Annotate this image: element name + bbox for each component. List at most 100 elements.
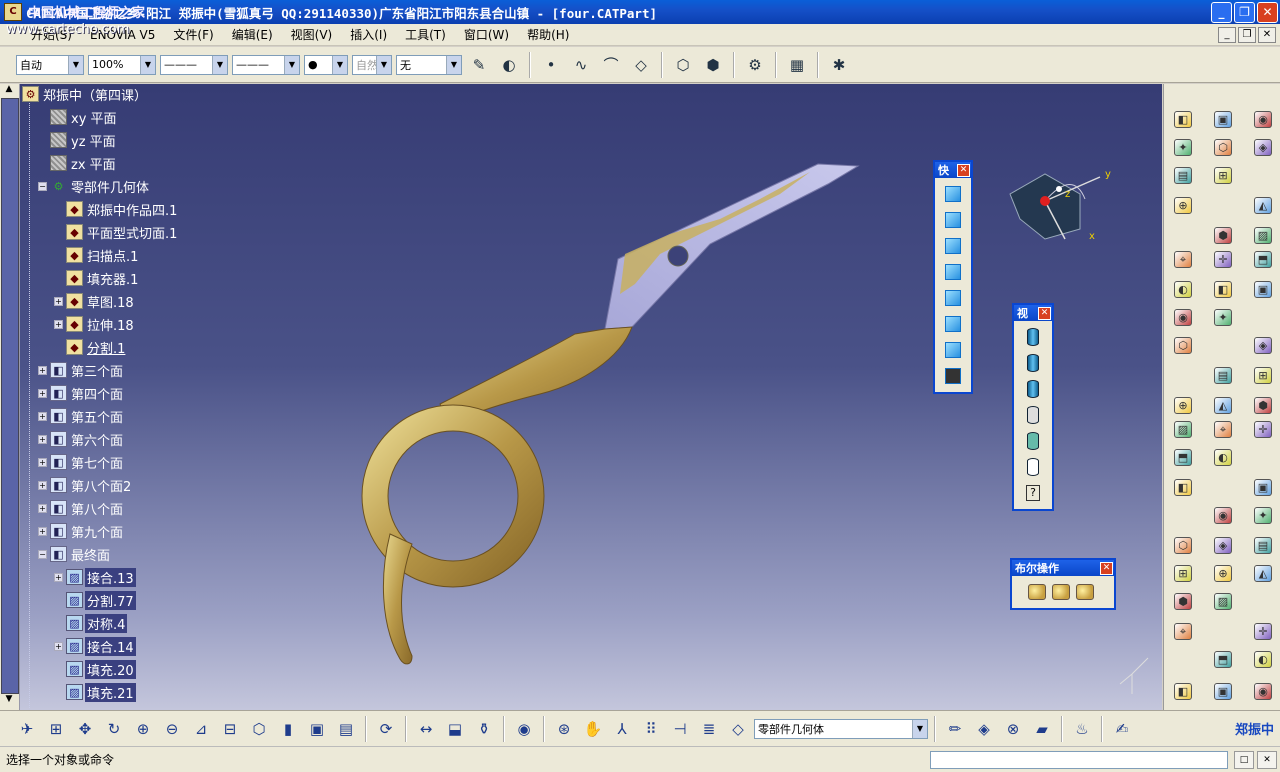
hidden-edges-icon[interactable] — [1022, 403, 1044, 427]
isometric-view-icon[interactable] — [942, 182, 964, 206]
body-section-icon[interactable]: ⬢ — [700, 52, 726, 78]
groove-icon[interactable]: ⊞ — [1212, 164, 1234, 186]
collapse-icon[interactable]: − — [38, 181, 47, 191]
tree-node[interactable]: + ◧ 第六个面 — [38, 429, 125, 449]
hole-icon[interactable]: ◉ — [1252, 680, 1274, 702]
tree-node[interactable]: ◆ 填充器.1 — [54, 268, 140, 288]
chamfer-icon[interactable]: ⊕ — [1212, 562, 1234, 584]
remove-loft-icon[interactable]: ⬢ — [1212, 224, 1234, 246]
shading-icon[interactable] — [1022, 325, 1044, 349]
collapse-icon[interactable]: − — [38, 549, 47, 559]
expand-icon[interactable]: + — [38, 457, 47, 467]
point-tool-icon[interactable]: • — [538, 52, 564, 78]
hand-icon[interactable]: ✋ — [580, 716, 606, 742]
tree-node[interactable]: − ◧ 最终面 — [38, 544, 112, 564]
rib-icon[interactable]: ▨ — [1172, 418, 1194, 440]
tree-node[interactable]: ▨ 对称.4 — [54, 613, 128, 633]
rotate-part-icon[interactable]: ▤ — [1212, 364, 1234, 386]
multi-pad-icon[interactable]: ▤ — [1172, 164, 1194, 186]
apply-material-icon[interactable]: ◐ — [496, 52, 522, 78]
current-body-combo[interactable]: 零部件几何体 ▼ — [754, 718, 928, 739]
tools-icon[interactable]: ✱ — [826, 52, 852, 78]
axis-system-icon[interactable]: ⅄ — [609, 716, 635, 742]
sew-surface-icon[interactable]: ▤ — [1252, 534, 1274, 556]
color-combo[interactable]: 自动 ▼ — [16, 54, 84, 75]
point-combo[interactable]: ● ▼ — [304, 54, 348, 75]
split-icon[interactable]: ✦ — [1252, 504, 1274, 526]
pocket-icon[interactable]: ▣ — [1212, 680, 1234, 702]
named-views-icon[interactable] — [942, 364, 964, 388]
close-surface-icon[interactable]: ◈ — [1212, 534, 1234, 556]
wireframe-icon[interactable] — [1022, 455, 1044, 479]
surface-icon[interactable]: ◇ — [628, 52, 654, 78]
scroll-up-icon[interactable]: ▲ — [0, 84, 18, 98]
front-view-icon[interactable] — [942, 208, 964, 232]
spline-icon[interactable]: ∿ — [568, 52, 594, 78]
custom-view-icon[interactable]: ? — [1022, 481, 1044, 505]
rib-icon[interactable]: ✦ — [1172, 136, 1194, 158]
tree-node[interactable]: + ◧ 第八个面2 — [38, 475, 133, 495]
fillet-icon[interactable]: ◐ — [1172, 278, 1194, 300]
stiffener-icon[interactable]: ◈ — [1252, 136, 1274, 158]
expand-icon[interactable]: + — [54, 572, 63, 582]
tree-node[interactable]: ◆ 扫描点.1 — [54, 245, 140, 265]
linewidth-combo[interactable]: ——— ▼ — [232, 54, 300, 75]
tree-node[interactable]: ▨ 填充.21 — [54, 682, 136, 702]
part-geometry[interactable] — [20, 84, 1162, 710]
pocket-icon[interactable]: ◭ — [1212, 394, 1234, 416]
doc-minimize-button[interactable]: _ — [1218, 26, 1236, 43]
right-view-icon[interactable] — [942, 286, 964, 310]
zoom-out-icon[interactable]: ⊖ — [159, 716, 185, 742]
pad-icon[interactable]: ◧ — [1172, 680, 1194, 702]
stack-icon[interactable]: ≣ — [696, 716, 722, 742]
arc-icon[interactable]: ⌒ — [598, 52, 624, 78]
tree-node[interactable]: + ◆ 拉伸.18 — [54, 314, 136, 334]
normal-view-icon[interactable]: ⊿ — [188, 716, 214, 742]
transparency-combo[interactable]: 100% ▼ — [88, 54, 156, 75]
maximize-button[interactable]: ❐ — [1234, 1, 1255, 23]
expand-icon[interactable]: + — [38, 434, 47, 444]
multi-pad-icon[interactable]: ⬒ — [1172, 446, 1194, 468]
analysis-icon[interactable]: ⚙ — [742, 52, 768, 78]
tree-node[interactable]: + ▨ 接合.14 — [54, 636, 136, 656]
fly-mode-icon[interactable]: ✈ — [14, 716, 40, 742]
tree-node[interactable]: ◆ 郑振中作品四.1 — [54, 199, 179, 219]
split-icon[interactable]: ▨ — [1252, 224, 1274, 246]
thickness-analysis-icon[interactable]: ▰ — [1029, 716, 1055, 742]
thick-surface-icon[interactable]: ⬡ — [1172, 534, 1194, 556]
measure-between-icon[interactable]: ↔ — [413, 716, 439, 742]
tree-root[interactable]: ⚙ 郑振中（第四课） — [22, 84, 149, 104]
doc-restore-button[interactable]: ❐ — [1238, 26, 1256, 43]
tree-node[interactable]: ◆ 平面型式切面.1 — [54, 222, 179, 242]
tree-node[interactable]: + ◧ 第五个面 — [38, 406, 125, 426]
expand-icon[interactable]: + — [54, 319, 63, 329]
status-cancel-button[interactable]: ✕ — [1257, 750, 1277, 769]
assemble-icon[interactable] — [1026, 580, 1048, 604]
scroll-down-icon[interactable]: ▼ — [0, 694, 18, 708]
measure-inertia-icon[interactable]: ⚱ — [471, 716, 497, 742]
shading-edges-icon[interactable] — [1022, 351, 1044, 375]
compass-widget[interactable]: y x z — [1005, 159, 1115, 249]
translate-icon[interactable]: ◈ — [1252, 334, 1274, 356]
scroll-track[interactable] — [0, 98, 19, 694]
knowledge-icon[interactable]: ✍ — [1109, 716, 1135, 742]
thread-icon[interactable]: ⌖ — [1172, 620, 1194, 642]
sew-surface-icon[interactable]: ⬒ — [1252, 248, 1274, 270]
bottom-view-icon[interactable] — [942, 338, 964, 362]
tree-node[interactable]: + ◧ 第八个面 — [38, 498, 125, 518]
toolbar-header[interactable]: 快 ✕ — [935, 162, 971, 178]
tree-node[interactable]: + ◧ 第七个面 — [38, 452, 125, 472]
quick-view-icon[interactable]: ⬡ — [246, 716, 272, 742]
pad-icon[interactable]: ⊕ — [1172, 394, 1194, 416]
sketch-analysis-icon[interactable]: ✏ — [942, 716, 968, 742]
loft-icon[interactable]: ◭ — [1252, 194, 1274, 216]
expand-icon[interactable]: + — [54, 296, 63, 306]
slot-icon[interactable]: ⬡ — [1212, 136, 1234, 158]
layer-combo[interactable]: 无 ▼ — [396, 54, 462, 75]
shading-no-edges-icon[interactable] — [1022, 377, 1044, 401]
left-view-icon[interactable] — [942, 260, 964, 284]
hole-icon[interactable]: ◉ — [1252, 108, 1274, 130]
shaft-icon[interactable]: ⊕ — [1172, 194, 1194, 216]
draft-icon[interactable]: ▣ — [1252, 278, 1274, 300]
swap-visible-icon[interactable]: ▤ — [333, 716, 359, 742]
